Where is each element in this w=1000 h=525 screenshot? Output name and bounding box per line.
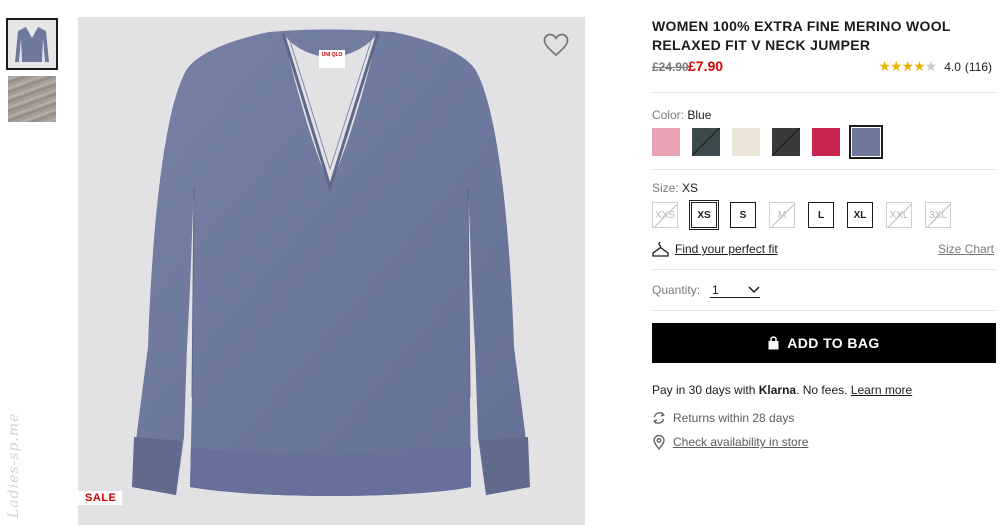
- color-swatch-dark-green[interactable]: [692, 128, 720, 156]
- quantity-row: Quantity: 1: [652, 280, 996, 300]
- size-label-text: Size:: [652, 181, 679, 195]
- divider: [652, 310, 996, 311]
- quantity-value: 1: [712, 282, 719, 297]
- sale-price: £7.90: [688, 58, 724, 74]
- find-fit-text: Find your perfect fit: [675, 242, 778, 256]
- returns-info: Returns within 28 days: [652, 411, 996, 425]
- color-swatches: [652, 125, 996, 159]
- size-label: Size: XS: [652, 181, 996, 195]
- klarna-brand: Klarna: [758, 383, 797, 397]
- size-options: XXS XS S M L XL XXL 3XL: [652, 200, 996, 230]
- thumbnail-sweater[interactable]: [6, 18, 58, 70]
- check-store-link[interactable]: Check availability in store: [673, 435, 808, 449]
- chevron-down-icon: [748, 285, 760, 293]
- size-option-xxs[interactable]: XXS: [652, 202, 678, 228]
- store-availability: Check availability in store: [652, 434, 996, 450]
- color-swatch-off-white[interactable]: [732, 128, 760, 156]
- brand-label: UNI QLO: [319, 50, 345, 68]
- brand-label-text: UNI QLO: [321, 52, 343, 58]
- color-label-text: Color:: [652, 108, 685, 122]
- product-image: UNI QLO SALE: [78, 17, 585, 525]
- divider: [652, 169, 996, 170]
- add-to-bag-button[interactable]: ADD TO BAG: [652, 323, 996, 363]
- location-pin-icon: [653, 434, 665, 450]
- selected-size: XS: [682, 181, 699, 195]
- color-swatch-dark-grey[interactable]: [772, 128, 800, 156]
- quantity-select[interactable]: 1: [710, 282, 761, 298]
- selected-color: Blue: [687, 108, 712, 122]
- size-option-3xl[interactable]: 3XL: [925, 202, 951, 228]
- divider: [652, 92, 996, 93]
- size-option-s[interactable]: S: [730, 202, 756, 228]
- rating[interactable]: ★★★★★ 4.0 (116): [878, 58, 992, 75]
- color-swatch-pink[interactable]: [652, 128, 680, 156]
- original-price: £24.90: [652, 60, 689, 74]
- star-rating-icon: ★★★★★: [878, 58, 937, 74]
- hanger-icon: [652, 241, 669, 257]
- size-option-xs[interactable]: XS: [689, 200, 719, 230]
- size-option-l[interactable]: L: [808, 202, 834, 228]
- wishlist-heart-icon[interactable]: [543, 33, 569, 57]
- product-details-panel: WOMEN 100% EXTRA FINE MERINO WOOL RELAXE…: [652, 17, 996, 450]
- quantity-label: Quantity:: [652, 283, 701, 297]
- klarna-learn-more-link[interactable]: Learn more: [851, 383, 912, 397]
- size-option-xl[interactable]: XL: [847, 202, 873, 228]
- divider: [652, 269, 996, 270]
- thumbnail-list: [6, 18, 60, 128]
- returns-text: Returns within 28 days: [673, 411, 795, 425]
- fit-row: Find your perfect fit Size Chart: [652, 238, 996, 260]
- size-chart-link[interactable]: Size Chart: [938, 242, 994, 256]
- shopping-bag-icon: [768, 336, 779, 350]
- klarna-message: Pay in 30 days with Klarna. No fees. Lea…: [652, 383, 996, 397]
- rating-value: 4.0: [944, 59, 961, 74]
- price-row: £24.90 £7.90 ★★★★★ 4.0 (116): [652, 56, 996, 78]
- size-option-xxl[interactable]: XXL: [886, 202, 912, 228]
- klarna-suffix: . No fees.: [796, 383, 851, 397]
- review-count[interactable]: (116): [965, 60, 992, 74]
- color-swatch-magenta[interactable]: [812, 128, 840, 156]
- sweater-thumbnail-image: [15, 27, 49, 62]
- sweater-image: [132, 29, 530, 496]
- returns-icon: [653, 412, 665, 424]
- color-label: Color: Blue: [652, 108, 996, 122]
- size-option-m[interactable]: M: [769, 202, 795, 228]
- find-fit-link[interactable]: Find your perfect fit: [652, 241, 778, 258]
- add-to-bag-label: ADD TO BAG: [787, 335, 880, 351]
- thumbnail-fabric[interactable]: [8, 76, 56, 122]
- product-title: WOMEN 100% EXTRA FINE MERINO WOOL RELAXE…: [652, 18, 951, 53]
- sale-badge: SALE: [78, 491, 123, 505]
- color-swatch-blue[interactable]: [849, 125, 883, 159]
- klarna-prefix: Pay in 30 days with: [652, 383, 759, 397]
- watermark: Ladies-sp.me: [6, 412, 22, 518]
